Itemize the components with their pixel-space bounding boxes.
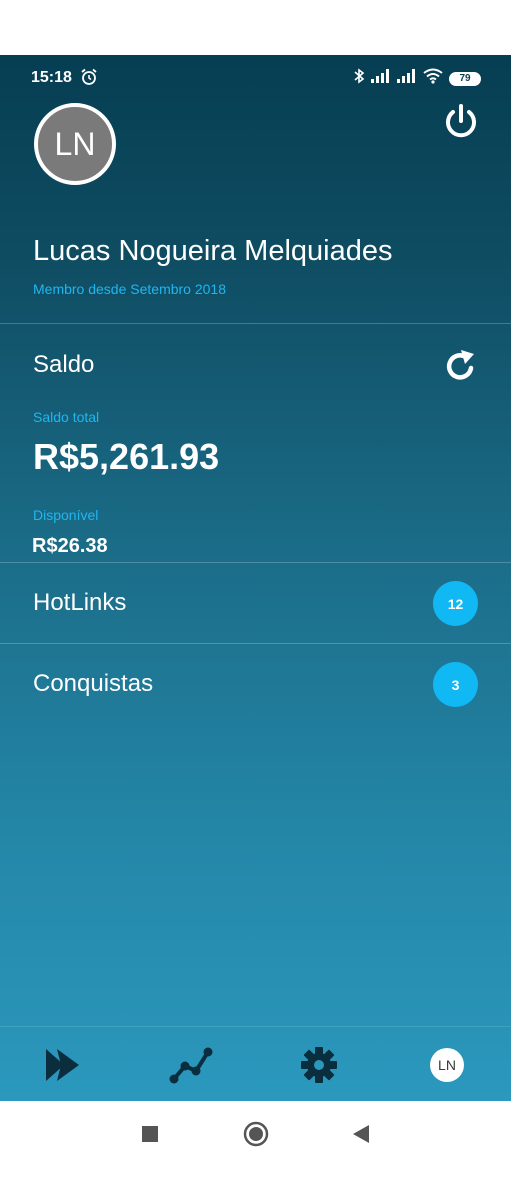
wifi-icon bbox=[423, 68, 443, 89]
bluetooth-icon bbox=[353, 68, 365, 89]
chart-icon bbox=[169, 1047, 213, 1084]
available-balance-label: Disponível bbox=[33, 507, 99, 523]
nav-stats[interactable] bbox=[169, 1043, 213, 1087]
app-screen: 15:18 79 LN Lucas Nogueira Melquiades Me… bbox=[0, 55, 511, 1101]
count-badge: 12 bbox=[433, 581, 478, 626]
status-time: 15:18 bbox=[31, 69, 72, 86]
gear-icon bbox=[301, 1047, 337, 1083]
recents-button[interactable] bbox=[135, 1119, 165, 1149]
system-navigation-bar bbox=[0, 1101, 511, 1200]
bottom-navigation: LN bbox=[0, 1026, 511, 1101]
menu-item-label: Conquistas bbox=[33, 670, 154, 697]
available-balance-value: R$26.38 bbox=[32, 535, 108, 557]
nav-settings[interactable] bbox=[297, 1043, 341, 1087]
back-triangle-icon bbox=[353, 1125, 369, 1143]
total-balance-value: R$5,261.93 bbox=[33, 436, 220, 477]
menu-item-conquistas[interactable]: Conquistas 3 bbox=[0, 644, 511, 724]
divider bbox=[0, 323, 511, 324]
profile-avatar[interactable]: LN bbox=[34, 103, 116, 185]
status-icons: 79 bbox=[353, 68, 481, 89]
status-bar: 15:18 79 bbox=[0, 55, 511, 99]
balance-title: Saldo bbox=[33, 351, 95, 378]
power-button[interactable] bbox=[441, 102, 481, 142]
square-icon bbox=[142, 1126, 158, 1142]
power-icon bbox=[446, 104, 476, 138]
count-badge: 3 bbox=[433, 662, 478, 707]
nav-home[interactable] bbox=[41, 1043, 85, 1087]
nav-profile[interactable]: LN bbox=[425, 1043, 469, 1087]
member-since: Membro desde Setembro 2018 bbox=[33, 281, 226, 297]
refresh-button[interactable] bbox=[441, 346, 481, 386]
circle-icon bbox=[243, 1121, 269, 1147]
signal-icon bbox=[371, 69, 391, 88]
top-blank-area bbox=[0, 0, 511, 55]
user-name: Lucas Nogueira Melquiades bbox=[33, 235, 393, 267]
total-balance-label: Saldo total bbox=[33, 409, 100, 425]
home-button[interactable] bbox=[241, 1119, 271, 1149]
play-icon bbox=[46, 1049, 79, 1081]
back-button[interactable] bbox=[346, 1119, 376, 1149]
refresh-icon bbox=[446, 350, 474, 380]
menu-item-label: HotLinks bbox=[33, 589, 127, 616]
battery-icon: 79 bbox=[449, 71, 481, 86]
signal-icon bbox=[397, 69, 417, 88]
menu-item-hotlinks[interactable]: HotLinks 12 bbox=[0, 563, 511, 643]
alarm-icon bbox=[80, 68, 98, 91]
nav-avatar: LN bbox=[430, 1048, 464, 1082]
